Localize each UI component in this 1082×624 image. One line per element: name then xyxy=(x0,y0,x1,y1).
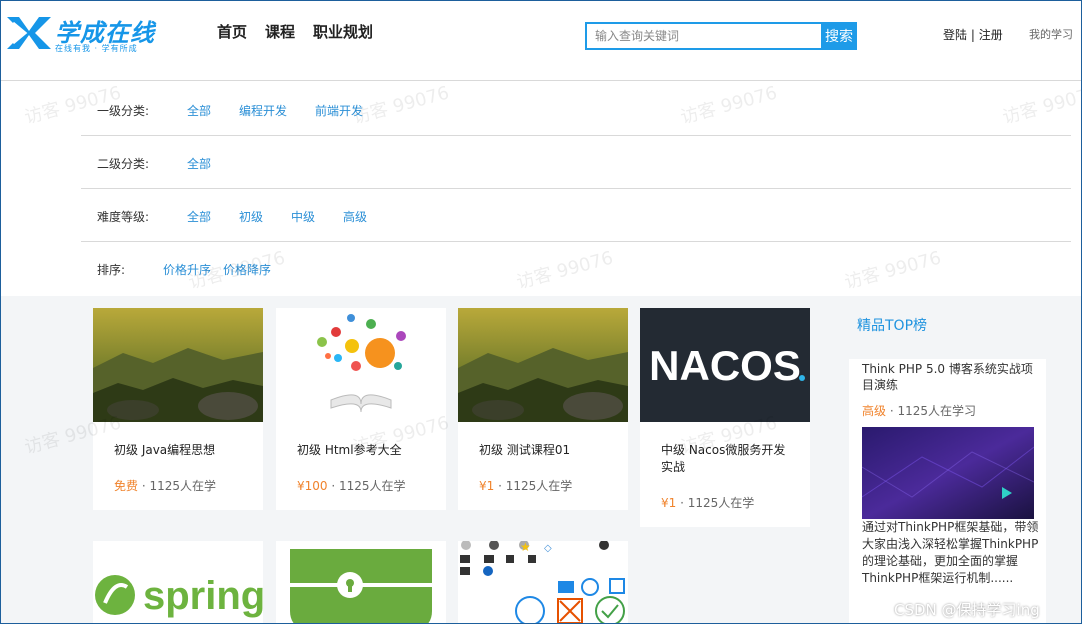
filter-option-intermediate[interactable]: 中级 xyxy=(291,208,315,225)
filter-row-difficulty: 难度等级: 全部 初级 中级 高级 xyxy=(81,189,1071,242)
svg-text:NACOS: NACOS xyxy=(649,342,801,389)
filter-option-programming[interactable]: 编程开发 xyxy=(239,102,287,119)
filter-options: 价格升序 价格降序 xyxy=(163,261,271,278)
course-meta: 免费 · 1125人在学 xyxy=(114,479,217,493)
course-meta: ¥100 · 1125人在学 xyxy=(297,479,406,493)
filter-row-category2: 二级分类: 全部 xyxy=(81,136,1071,189)
svg-text:◇: ◇ xyxy=(544,543,552,554)
login-register-separator: | xyxy=(967,28,979,42)
sort-price-asc[interactable]: 价格升序 xyxy=(163,261,211,278)
filter-option-all[interactable]: 全部 xyxy=(187,155,211,172)
course-title: 初级 Html参考大全 xyxy=(297,443,402,457)
main-nav: 首页 课程 职业规划 xyxy=(217,21,373,42)
course-card[interactable]: 初级 测试课程01 ¥1 · 1125人在学 xyxy=(458,308,628,510)
course-price: 免费 xyxy=(114,479,139,493)
search-input[interactable] xyxy=(585,22,821,50)
top-course-learners: 1125人在学习 xyxy=(897,404,977,418)
filter-options: 全部 编程开发 前端开发 xyxy=(187,102,363,119)
course-title: 初级 Java编程思想 xyxy=(114,443,216,457)
site-logo[interactable]: 学成在线 在线有我 · 学有所成 xyxy=(5,11,175,57)
filter-option-advanced[interactable]: 高级 xyxy=(343,208,367,225)
search-button[interactable]: 搜索 xyxy=(821,22,857,50)
filter-option-beginner[interactable]: 初级 xyxy=(239,208,263,225)
nav-home[interactable]: 首页 xyxy=(217,21,247,42)
course-meta: ¥1 · 1125人在学 xyxy=(661,496,755,510)
page-frame: 学成在线 在线有我 · 学有所成 首页 课程 职业规划 搜索 登陆 | 注册 我… xyxy=(0,0,1082,624)
course-price: ¥100 xyxy=(297,479,328,493)
top-course-description: 通过对ThinkPHP框架基础，带领大家由浅入深轻松掌握ThinkPHP的理论基… xyxy=(862,520,1039,585)
course-card[interactable]: spring xyxy=(93,541,263,623)
top-list-item[interactable]: Think PHP 5.0 博客系统实战项目演练 高级 · 1125人在学习 通… xyxy=(849,359,1046,623)
filter-label: 排序: xyxy=(97,263,126,277)
filter-options: 全部 初级 中级 高级 xyxy=(187,208,367,225)
my-study-link[interactable]: 我的学习 xyxy=(1029,26,1073,42)
spring-logo-text: spring xyxy=(143,574,263,618)
header: 学成在线 在线有我 · 学有所成 首页 课程 职业规划 搜索 登陆 | 注册 我… xyxy=(1,1,1081,81)
filter-label: 难度等级: xyxy=(97,210,150,224)
course-card[interactable]: ★ ◇ xyxy=(458,541,628,623)
course-card[interactable] xyxy=(276,541,446,623)
login-link[interactable]: 登陆 xyxy=(943,28,967,42)
svg-text:★: ★ xyxy=(520,541,531,554)
course-title: 初级 测试课程01 xyxy=(479,443,571,457)
course-meta: ¥1 · 1125人在学 xyxy=(479,479,573,493)
course-price: ¥1 xyxy=(661,496,677,510)
nacos-logo-image: NACOS xyxy=(640,308,810,422)
course-learners: 1125人在学 xyxy=(687,496,755,510)
filter-option-frontend[interactable]: 前端开发 xyxy=(315,102,363,119)
top-list-title: 精品TOP榜 xyxy=(857,318,928,334)
logo-slogan: 在线有我 · 学有所成 xyxy=(55,44,138,53)
filter-row-category1: 一级分类: 全部 编程开发 前端开发 xyxy=(81,83,1071,136)
spring-logo-image: spring xyxy=(93,541,263,623)
nav-career[interactable]: 职业规划 xyxy=(313,21,373,42)
filter-options: 全部 xyxy=(187,155,211,172)
mountain-landscape-image xyxy=(458,308,628,422)
register-link[interactable]: 注册 xyxy=(979,28,1003,42)
course-learners: 1125人在学 xyxy=(149,479,217,493)
course-learners: 1125人在学 xyxy=(505,479,573,493)
course-price: ¥1 xyxy=(479,479,495,493)
course-filters: 一级分类: 全部 编程开发 前端开发 二级分类: 全部 难度等级: 全部 初级 … xyxy=(81,83,1071,295)
top-course-level: 高级 xyxy=(862,404,887,418)
filter-label: 二级分类: xyxy=(97,157,150,171)
course-title: 中级 Nacos微服务开发实战 xyxy=(661,443,786,474)
csdn-watermark: CSDN @保持学习ing xyxy=(894,601,1040,619)
course-card[interactable]: NACOS 中级 Nacos微服务开发实战 ¥1 · 1125人在学 xyxy=(640,308,810,527)
filter-option-all[interactable]: 全部 xyxy=(187,102,211,119)
mountain-landscape-image xyxy=(93,308,263,422)
course-card[interactable]: 初级 Java编程思想 免费 · 1125人在学 xyxy=(93,308,263,510)
nav-courses[interactable]: 课程 xyxy=(265,21,295,42)
purple-abstract-image xyxy=(862,427,1034,519)
filter-row-sort: 排序: 价格升序 价格降序 xyxy=(81,242,1071,295)
open-book-bubbles-image xyxy=(276,308,446,422)
filter-option-all[interactable]: 全部 xyxy=(187,208,211,225)
green-shield-key-image xyxy=(276,541,446,623)
user-links: 登陆 | 注册 xyxy=(943,26,1003,43)
course-learners: 1125人在学 xyxy=(339,479,406,493)
logo-mark-icon xyxy=(7,17,51,49)
icon-collection-image: ★ ◇ xyxy=(458,541,628,623)
search-bar: 搜索 xyxy=(585,22,857,50)
course-card[interactable]: 初级 Html参考大全 ¥100 · 1125人在学 xyxy=(276,308,446,510)
sort-price-desc[interactable]: 价格降序 xyxy=(223,261,271,278)
filter-label: 一级分类: xyxy=(97,104,150,118)
top-course-name[interactable]: Think PHP 5.0 博客系统实战项目演练 xyxy=(862,361,1040,393)
top-course-meta: 高级 · 1125人在学习 xyxy=(862,404,977,418)
